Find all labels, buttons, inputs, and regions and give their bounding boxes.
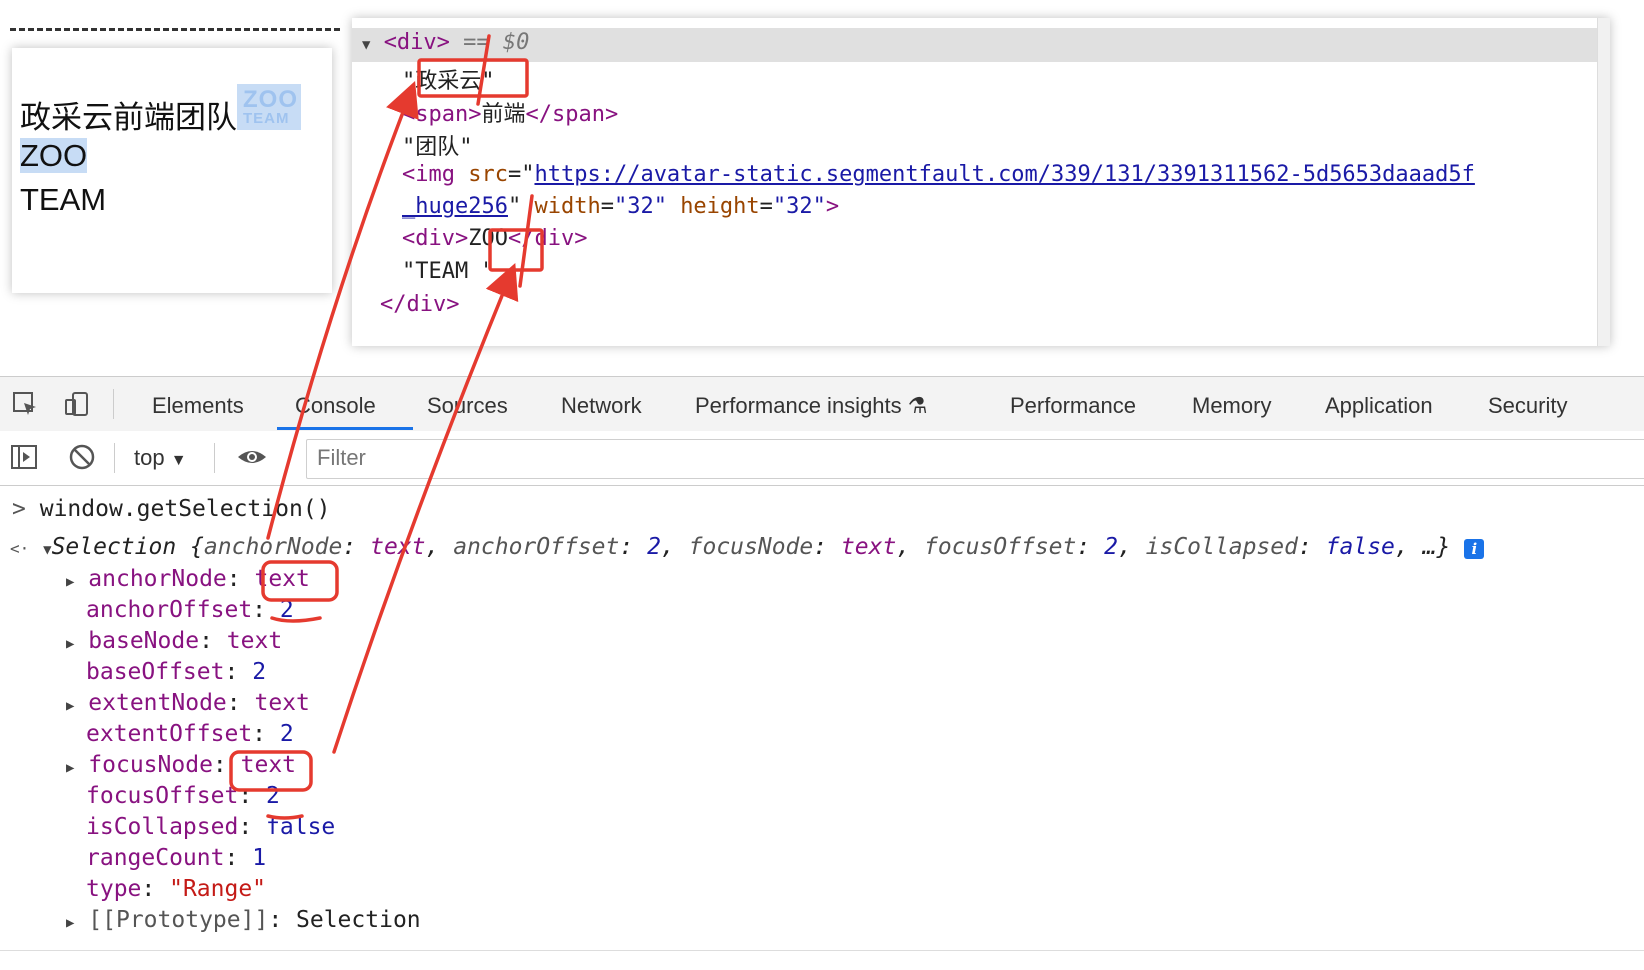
preview-line-team: TEAM <box>20 182 107 217</box>
elements-scrollbar[interactable] <box>1597 18 1610 346</box>
zoo-team-logo: ZOO TEAM <box>237 84 301 130</box>
tab-elements[interactable]: Elements <box>152 393 244 419</box>
tab-memory[interactable]: Memory <box>1192 393 1271 419</box>
prop-extentNode[interactable]: ▶ extentNode: text <box>66 690 310 716</box>
console-input-line[interactable]: > window.getSelection() <box>12 496 331 522</box>
dom-node-div-close: </div> <box>380 292 460 317</box>
prompt-chevron-icon: > <box>12 496 26 522</box>
dashed-divider <box>10 28 340 31</box>
page-preview-card: 政采云前端团队 ZOO TEAM ZOO TEAM <box>12 48 332 293</box>
prop-focusNode[interactable]: ▶ focusNode: text <box>66 752 296 778</box>
devtools-tab-bar: Elements Console Sources Network Perform… <box>0 376 1644 432</box>
preview-line-zoo: ZOO <box>20 138 88 173</box>
dom-node-div[interactable]: ▼ <div> == $0 <box>362 30 529 55</box>
toolbar-separator <box>214 443 215 473</box>
toolbar-separator <box>114 443 115 473</box>
inspect-element-icon[interactable] <box>12 391 38 417</box>
prop-baseNode[interactable]: ▶ baseNode: text <box>66 628 282 654</box>
tab-network[interactable]: Network <box>561 393 642 419</box>
expand-triangle-icon[interactable]: ▶ <box>66 574 74 590</box>
tab-separator <box>113 389 114 419</box>
prop-isCollapsed: isCollapsed: false <box>86 814 336 840</box>
prop-focusOffset: focusOffset: 2 <box>86 783 280 809</box>
expand-triangle-icon[interactable]: ▶ <box>66 915 74 931</box>
console-output: > window.getSelection() <· ▼Selection {a… <box>0 486 1644 970</box>
prop-anchorOffset: anchorOffset: 2 <box>86 597 294 623</box>
flask-icon: ⚗ <box>907 393 928 418</box>
result-arrow-icon: <· <box>10 539 30 558</box>
tab-sources[interactable]: Sources <box>427 393 508 419</box>
dom-node-span[interactable]: <span>前端</span> <box>402 96 618 128</box>
prop-anchorNode[interactable]: ▶ anchorNode: text <box>66 566 310 592</box>
prop-extentOffset: extentOffset: 2 <box>86 721 294 747</box>
preview-line-1: 政采云前端团队 ZOO TEAM <box>20 84 301 137</box>
tab-application[interactable]: Application <box>1325 393 1433 419</box>
sidebar-toggle-icon[interactable] <box>10 443 37 469</box>
collapse-triangle-icon[interactable]: ▼ <box>362 37 370 53</box>
expand-triangle-icon[interactable]: ▶ <box>66 698 74 714</box>
dom-text-node-3[interactable]: "TEAM " <box>402 259 495 284</box>
filter-input[interactable] <box>307 440 1627 476</box>
context-selector[interactable]: top ▼ <box>134 445 187 471</box>
prop-type: type: "Range" <box>86 876 267 902</box>
expand-triangle-icon[interactable]: ▶ <box>66 760 74 776</box>
dropdown-arrow-icon: ▼ <box>170 452 187 469</box>
prop-prototype[interactable]: ▶ [[Prototype]]: Selection <box>66 907 421 933</box>
live-expression-eye-icon[interactable] <box>236 443 266 469</box>
selected-node-highlight <box>352 28 1598 62</box>
tab-security[interactable]: Security <box>1488 393 1567 419</box>
console-filter-box[interactable] <box>306 439 1644 479</box>
console-prompt-divider <box>0 950 1644 951</box>
console-result-summary[interactable]: <· ▼Selection {anchorNode: text, anchorO… <box>10 534 1485 560</box>
expand-triangle-icon[interactable]: ▶ <box>66 636 74 652</box>
active-tab-indicator <box>277 427 413 430</box>
tab-performance-insights[interactable]: Performance insights ⚗ <box>695 393 928 419</box>
dom-text-node-2[interactable]: "团队" <box>402 129 473 161</box>
dom-text-node-1[interactable]: "政采云" <box>402 63 495 95</box>
elements-panel: ▼ <div> == $0 "政采云" <span>前端</span> "团队"… <box>352 18 1610 346</box>
tab-console[interactable]: Console <box>295 393 376 419</box>
dom-node-img-cont[interactable]: _huge256" width="32" height="32"> <box>402 194 839 219</box>
prop-rangeCount: rangeCount: 1 <box>86 845 267 871</box>
console-toolbar: top ▼ <box>0 431 1644 486</box>
clear-console-icon[interactable] <box>68 443 95 470</box>
info-icon[interactable]: i <box>1464 539 1485 559</box>
dom-node-div-zoo[interactable]: <div>ZOO</div> <box>402 226 587 251</box>
expand-triangle-icon[interactable]: ▼ <box>43 542 51 558</box>
prop-baseOffset: baseOffset: 2 <box>86 659 267 685</box>
preview-text-chinese: 政采云前端团队 <box>20 100 237 135</box>
dom-node-img[interactable]: <img src="https://avatar-static.segmentf… <box>402 162 1475 187</box>
tab-performance[interactable]: Performance <box>1010 393 1136 419</box>
device-toolbar-icon[interactable] <box>64 391 90 417</box>
img-src-link[interactable]: https://avatar-static.segmentfault.com/3… <box>534 162 1474 187</box>
